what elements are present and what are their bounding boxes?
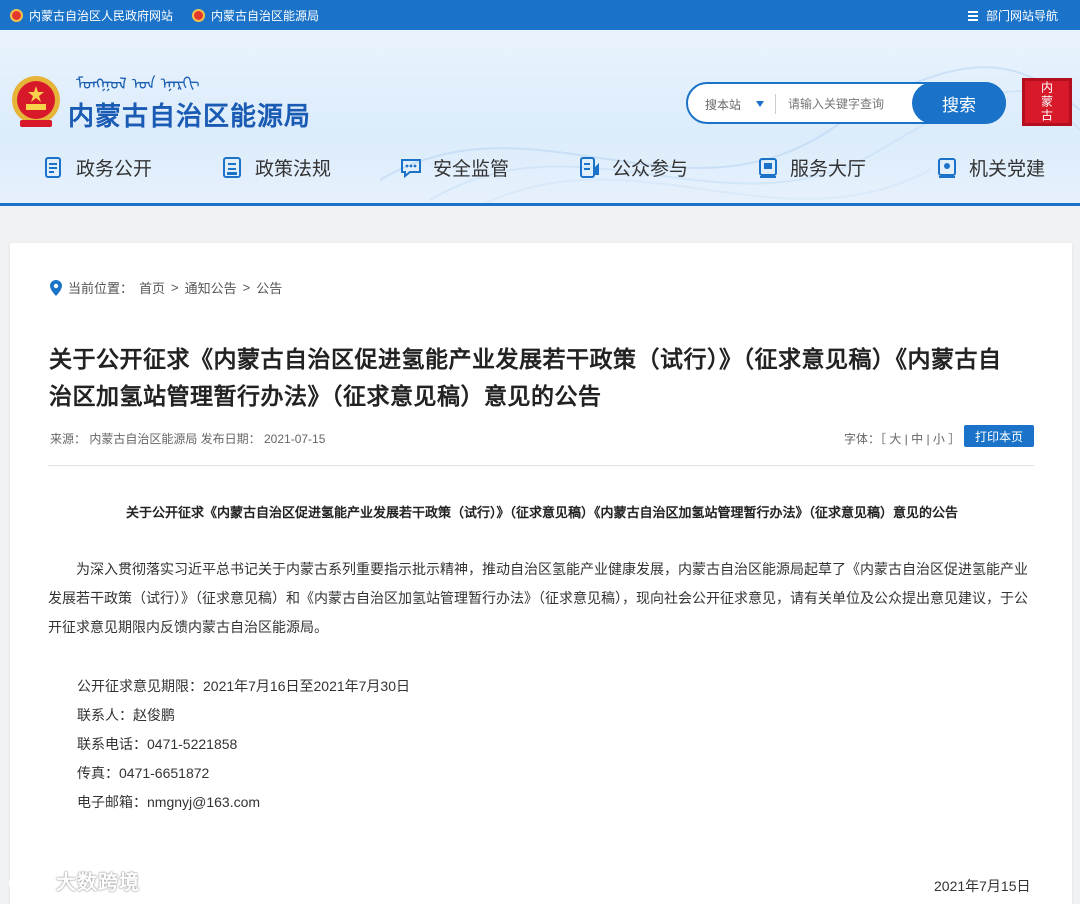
mongolian-script: ᠮᠣᠩᠭᠣᠯ ᠤᠨ ᠡᠨᠡᠷᠭᠢ: [76, 74, 200, 93]
chat-icon: [401, 157, 421, 179]
book-icon: [758, 157, 778, 179]
watermark: 大数跨境: [8, 866, 140, 895]
header-divider: [0, 203, 1080, 206]
national-emblem-logo: [12, 76, 60, 127]
breadcrumb-notices[interactable]: 通知公告: [185, 278, 237, 297]
nav-item-label: 服务大厅: [790, 159, 867, 180]
nav-item-label: 安全监管: [433, 159, 510, 180]
department-nav-label: 部门网站导航: [985, 9, 1058, 23]
search-input[interactable]: [788, 94, 898, 114]
gov-site-link[interactable]: 内蒙古自治区人民政府网站: [10, 7, 173, 24]
nav-item-label: 机关党建: [969, 159, 1046, 180]
site-header: ᠮᠣᠩᠭᠣᠯ ᠤᠨ ᠡᠨᠡᠷᠭᠢ 内蒙古自治区能源局 搜本站 搜索 内蒙古 政务…: [0, 30, 1080, 206]
gov-site-link-label: 内蒙古自治区人民政府网站: [29, 9, 174, 23]
info-deadline: 公开征求意见期限：2021年7月16日至2021年7月30日: [77, 678, 411, 694]
seal-logo: 内蒙古: [1022, 78, 1072, 126]
article-body: 为深入贯彻落实习近平总书记关于内蒙古系列重要指示批示精神，推动自治区氢能产业健康…: [48, 561, 1028, 635]
watermark-logo-icon: [8, 871, 49, 891]
nav-item-label: 公众参与: [612, 159, 689, 180]
font-size-switcher[interactable]: 字体：［ 大 | 中 | 小 ］: [844, 430, 960, 447]
top-bar: 内蒙古自治区人民政府网站 内蒙古自治区能源局 部门网站导航: [0, 0, 1080, 30]
breadcrumb-announcement[interactable]: 公告: [256, 278, 282, 297]
info-fax: 传真：0471-6651872: [77, 765, 210, 781]
edit-icon: [580, 156, 600, 179]
nav-item-public[interactable]: 公众参与: [580, 154, 688, 181]
article-meta: 来源： 内蒙古自治区能源局 发布日期： 2021-07-15: [50, 432, 326, 446]
national-emblem-icon: [10, 9, 23, 22]
nav-item-safety[interactable]: 安全监管: [401, 154, 509, 181]
article-date: 2021年7月15日: [934, 878, 1031, 894]
nav-item-policy[interactable]: 政策法规: [223, 154, 331, 181]
search-divider: [775, 94, 776, 114]
meta-divider: [48, 465, 1034, 466]
article-card: 当前位置： 首页 > 通知公告 > 公告 关于公开征求《内蒙古自治区促进氢能产业…: [10, 243, 1072, 904]
document-icon: [44, 156, 64, 179]
national-emblem-icon: [192, 9, 205, 22]
card-icon: [937, 157, 957, 179]
search-button[interactable]: 搜索: [912, 82, 1006, 124]
article-subtitle: 关于公开征求《内蒙古自治区促进氢能产业发展若干政策（试行）》（征求意见稿）《内蒙…: [125, 505, 958, 520]
breadcrumb-prefix: 当前位置：: [68, 281, 134, 296]
menu-icon: [967, 10, 978, 21]
energy-bureau-link[interactable]: 内蒙古自治区能源局: [192, 7, 319, 24]
department-nav-link[interactable]: 部门网站导航: [967, 7, 1058, 24]
main-nav: 政务公开 政策法规 安全监管 公众参与 服务大厅 机关党建: [0, 154, 1080, 184]
info-email: 电子邮箱：nmgnyj@163.com: [77, 794, 261, 810]
search-scope-select[interactable]: 搜本站: [705, 96, 741, 113]
nav-item-service[interactable]: 服务大厅: [758, 154, 866, 181]
breadcrumb: 当前位置： 首页 > 通知公告 > 公告: [50, 278, 282, 297]
breadcrumb-sep: >: [171, 280, 179, 295]
print-button[interactable]: 打印本页: [964, 425, 1034, 447]
location-pin-icon: [50, 279, 62, 296]
nav-item-affairs[interactable]: 政务公开: [44, 154, 152, 181]
info-phone: 联系电话：0471-5221858: [77, 736, 238, 752]
list-icon: [223, 156, 243, 179]
info-contact: 联系人：赵俊鹏: [77, 707, 175, 723]
energy-bureau-link-label: 内蒙古自治区能源局: [211, 9, 320, 23]
watermark-text: 大数跨境: [56, 872, 140, 894]
nav-item-label: 政务公开: [76, 159, 153, 180]
nav-item-party[interactable]: 机关党建: [937, 154, 1045, 181]
article-title: 关于公开征求《内蒙古自治区促进氢能产业发展若干政策（试行）》（征求意见稿）《内蒙…: [49, 346, 1002, 409]
site-title: 内蒙古自治区能源局: [68, 101, 312, 131]
nav-item-label: 政策法规: [255, 159, 332, 180]
chevron-down-icon[interactable]: [756, 101, 764, 107]
search-box: 搜本站 搜索: [686, 82, 1006, 124]
breadcrumb-sep: >: [242, 280, 251, 295]
breadcrumb-home[interactable]: 首页: [139, 278, 165, 297]
